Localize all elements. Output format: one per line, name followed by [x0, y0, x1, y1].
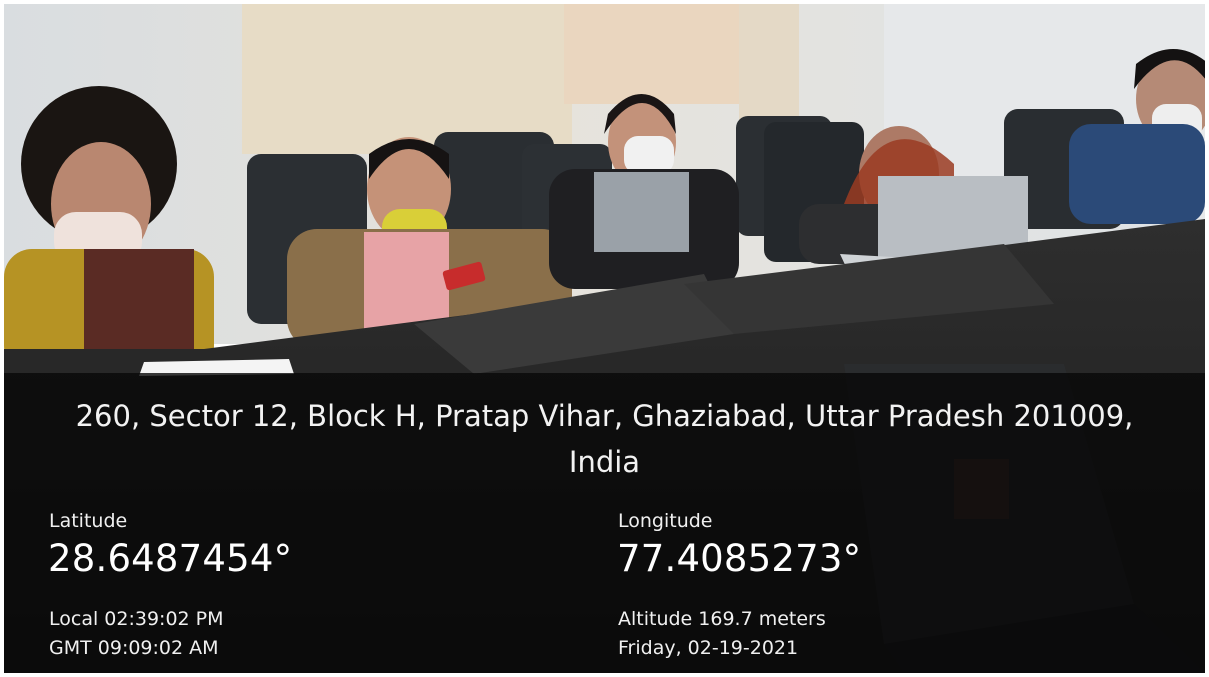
curtain — [242, 4, 572, 154]
longitude-label: Longitude — [618, 510, 713, 532]
address-line-2: India — [568, 445, 641, 479]
altitude: Altitude 169.7 meters — [618, 608, 826, 630]
address-line-1: 260, Sector 12, Block H, Pratap Vihar, G… — [75, 399, 1134, 433]
window — [564, 4, 739, 104]
gmt-time: GMT 09:09:02 AM — [49, 637, 219, 659]
latitude-value: 28.6487454° — [48, 537, 293, 580]
local-time: Local 02:39:02 PM — [49, 608, 224, 630]
date: Friday, 02-19-2021 — [618, 637, 799, 659]
address: 260, Sector 12, Block H, Pratap Vihar, G… — [4, 393, 1205, 485]
longitude-value: 77.4085273° — [617, 537, 862, 580]
latitude-label: Latitude — [49, 510, 128, 532]
photo-frame: 260, Sector 12, Block H, Pratap Vihar, G… — [4, 4, 1205, 673]
geotag-overlay: 260, Sector 12, Block H, Pratap Vihar, G… — [4, 373, 1205, 673]
